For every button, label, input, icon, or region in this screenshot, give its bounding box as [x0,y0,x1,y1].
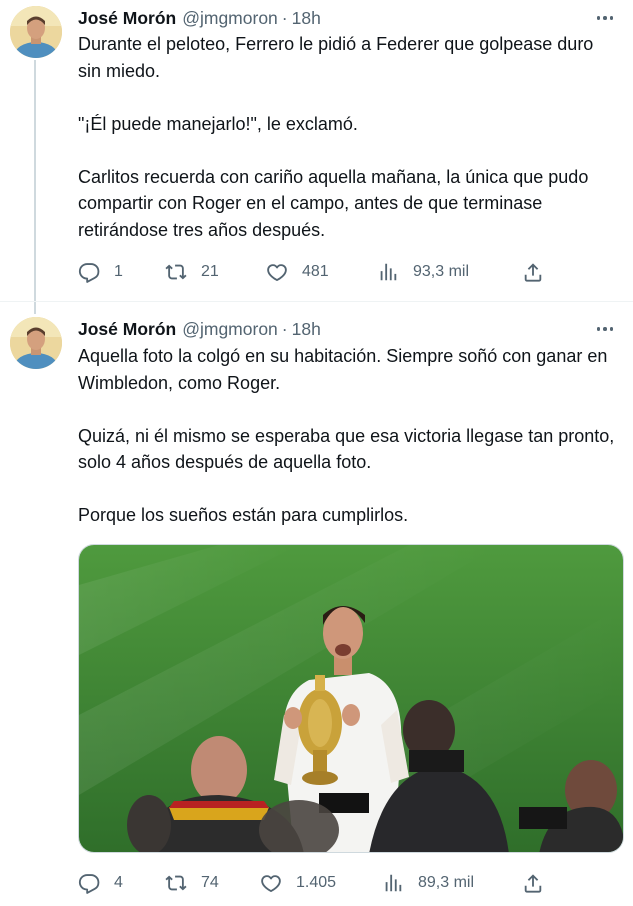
avatar-image [10,317,62,369]
author-name[interactable]: José Morón [78,319,176,340]
reply-button[interactable]: 1 [78,260,123,284]
timestamp[interactable]: 18h [292,8,321,29]
author-name[interactable]: José Morón [78,8,176,29]
avatar[interactable] [10,6,62,58]
views-button[interactable]: 93,3 mil [377,260,469,284]
tweet-paragraph: Carlitos recuerda con cariño aquella mañ… [78,166,589,240]
share-icon [524,874,542,893]
thread-connector-line [34,60,36,314]
more-icon[interactable] [591,6,619,30]
heart-icon [261,875,281,892]
retweet-count: 74 [201,874,219,891]
reply-icon [78,874,100,894]
views-icon [385,874,402,892]
share-button[interactable] [522,871,544,895]
retweet-button[interactable]: 21 [165,260,219,284]
tweet-paragraph: "¡Él puede manejarlo!", le exclamó. [78,113,358,134]
tweet-paragraph: Porque los sueños están para cumplirlos. [78,505,409,525]
reply-count: 4 [114,874,123,891]
tweet-paragraph: Quizá, ni él mismo se esperaba que esa v… [78,425,615,473]
share-button[interactable] [522,260,544,284]
tweet-header: José Morón @jmgmoron · 18h [78,6,321,30]
heart-icon [267,264,287,281]
like-button[interactable]: 481 [266,260,329,284]
like-count: 481 [302,263,329,280]
more-icon[interactable] [591,317,619,341]
retweet-icon [165,264,187,280]
like-button[interactable]: 1.405 [260,871,336,895]
retweet-button[interactable]: 74 [165,871,219,895]
reply-count: 1 [114,263,123,280]
tweet-actions: 1 21 481 93,3 mil [78,260,558,284]
tweet-paragraph: Aquella foto la colgó en su habitación. … [78,346,608,393]
separator-dot: · [281,318,288,339]
tweet-paragraph: Durante el peloteo, Ferrero le pidió a F… [78,34,594,81]
avatar-image [10,6,62,58]
author-handle[interactable]: @jmgmoron [182,8,278,29]
trophy-celebration-photo [79,545,623,852]
views-icon [380,263,397,281]
author-handle[interactable]: @jmgmoron [182,319,278,340]
avatar[interactable] [10,317,62,369]
retweet-count: 21 [201,263,219,280]
retweet-icon [165,875,187,891]
tweet-photo[interactable] [78,544,624,853]
views-count: 89,3 mil [418,874,475,891]
views-button[interactable]: 89,3 mil [382,871,474,895]
tweet-divider [0,301,633,302]
tweet-text: Durante el peloteo, Ferrero le pidió a F… [78,31,618,243]
tweet-actions: 4 74 1.405 89,3 mil [78,871,558,895]
tweet-header: José Morón @jmgmoron · 18h [78,317,321,341]
reply-button[interactable]: 4 [78,871,123,895]
share-icon [524,263,542,282]
tweet-text: Aquella foto la colgó en su habitación. … [78,343,618,529]
timestamp[interactable]: 18h [292,319,321,340]
reply-icon [78,263,100,283]
like-count: 1.405 [296,874,337,891]
views-count: 93,3 mil [413,263,470,280]
separator-dot: · [281,7,288,28]
